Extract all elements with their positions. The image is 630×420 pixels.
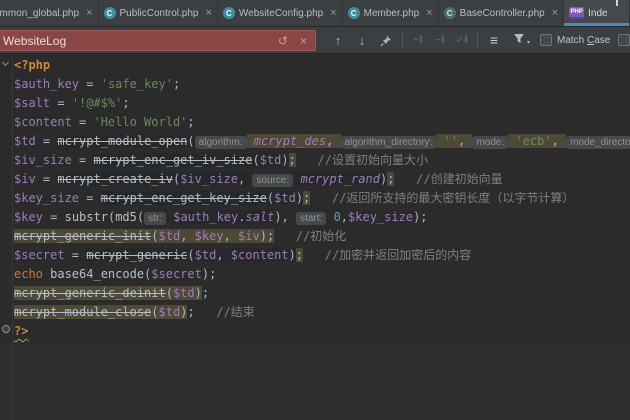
search-input[interactable]: WebsiteLog ↺ × [0, 30, 316, 51]
code-line-14: mcrypt_module_close($td); //结束 [14, 303, 630, 322]
top-right-tick [616, 0, 618, 6]
code-line-13: mcrypt_generic_deinit($td); [14, 284, 630, 303]
tab-publiccontrol-php[interactable]: C PublicControl.php × [99, 0, 218, 26]
code-line-3: $salt = '!@#$%'; [14, 94, 630, 113]
code-line-8: $key_size = mcrypt_enc_get_key_size($td)… [14, 189, 630, 208]
code-line-11: $secret = mcrypt_generic($td, $content);… [14, 246, 630, 265]
gutter-separator [12, 54, 13, 420]
code-line-12: echo base64_encode($secret); [14, 265, 630, 284]
search-clear-icon[interactable]: × [300, 35, 307, 47]
fold-marker-top-icon[interactable] [2, 59, 9, 66]
code-line-10: mcrypt_generic_init($td, $key, $iv); //初… [14, 227, 630, 246]
fold-marker-bottom-icon[interactable] [2, 325, 10, 333]
code-line-4: $content = 'Hello World'; [14, 113, 630, 132]
tab-label: Inde [588, 8, 607, 19]
pin-icon[interactable] [374, 27, 398, 54]
class-icon: C [104, 7, 116, 19]
filter-button[interactable]: ▾ [506, 31, 532, 49]
tab-common-global-php[interactable]: common_global.php × [0, 0, 99, 26]
class-icon: C [348, 7, 360, 19]
tab-label: PublicControl.php [120, 8, 199, 19]
remove-occurrence-button[interactable]: −‖ [429, 27, 451, 54]
code-line-1: <?php [14, 56, 630, 75]
close-icon[interactable]: × [86, 8, 92, 19]
filter-lines-button[interactable]: ≡ [482, 27, 506, 54]
chevron-down-icon: ▾ [527, 39, 530, 46]
tab-label: WebsiteConfig.php [239, 8, 323, 19]
code-line-5: $td = mcrypt_module_open(algorithm: mcry… [14, 132, 630, 151]
close-icon[interactable]: × [552, 8, 558, 19]
php-file-icon: PHP [569, 7, 584, 19]
words-checkbox[interactable] [618, 34, 630, 46]
ide-window: common_global.php × C PublicControl.php × C We… [0, 0, 630, 420]
tab-label: common_global.php [0, 8, 79, 19]
close-icon[interactable]: × [426, 8, 432, 19]
tab-basecontroller-php[interactable]: C BaseController.php × [439, 0, 565, 26]
code-line-15: ?> [14, 322, 630, 341]
code-line-2: $auth_key = 'safe_key'; [14, 75, 630, 94]
toolbar-separator [402, 33, 403, 48]
tab-label: Member.php [364, 8, 420, 19]
select-all-occurrences-button[interactable]: ✓‖ [451, 27, 473, 54]
tab-bar: common_global.php × C PublicControl.php × C We… [0, 0, 630, 27]
match-case-label[interactable]: Match Case [557, 35, 610, 46]
search-history-icon[interactable]: ↺ [278, 35, 288, 47]
close-icon[interactable]: × [205, 8, 211, 19]
next-occurrence-button[interactable]: ↓ [350, 27, 374, 54]
add-occurrence-button[interactable]: +‖ [407, 27, 429, 54]
code-area[interactable]: <?php$auth_key = 'safe_key';$salt = '!@#… [14, 56, 630, 341]
editor-empty-area [0, 344, 630, 420]
editor[interactable]: <?php$auth_key = 'safe_key';$salt = '!@#… [0, 54, 630, 420]
tab-websiteconfig-php[interactable]: C WebsiteConfig.php × [218, 0, 343, 26]
previous-occurrence-button[interactable]: ↑ [326, 27, 350, 54]
class-icon: C [223, 7, 235, 19]
code-line-9: $key = substr(md5(str: $auth_key.salt), … [14, 208, 630, 227]
tab-label: BaseController.php [460, 8, 545, 19]
funnel-icon [513, 33, 525, 44]
tab-inde[interactable]: PHP Inde [564, 0, 630, 26]
code-line-7: $iv = mcrypt_create_iv($iv_size, source:… [14, 170, 630, 189]
pin-icon-glyph [380, 35, 392, 47]
toolbar-separator [477, 33, 478, 48]
close-icon[interactable]: × [330, 8, 336, 19]
search-toolbar: WebsiteLog ↺ × ↑ ↓ +‖ −‖ ✓‖ ≡ ▾ Match Ca… [0, 27, 630, 54]
search-value: WebsiteLog [3, 34, 266, 48]
code-line-6: $iv_size = mcrypt_enc_get_iv_size($td); … [14, 151, 630, 170]
match-case-checkbox[interactable] [540, 34, 552, 46]
tab-member-php[interactable]: C Member.php × [343, 0, 439, 26]
class-abstract-icon: C [444, 7, 456, 19]
